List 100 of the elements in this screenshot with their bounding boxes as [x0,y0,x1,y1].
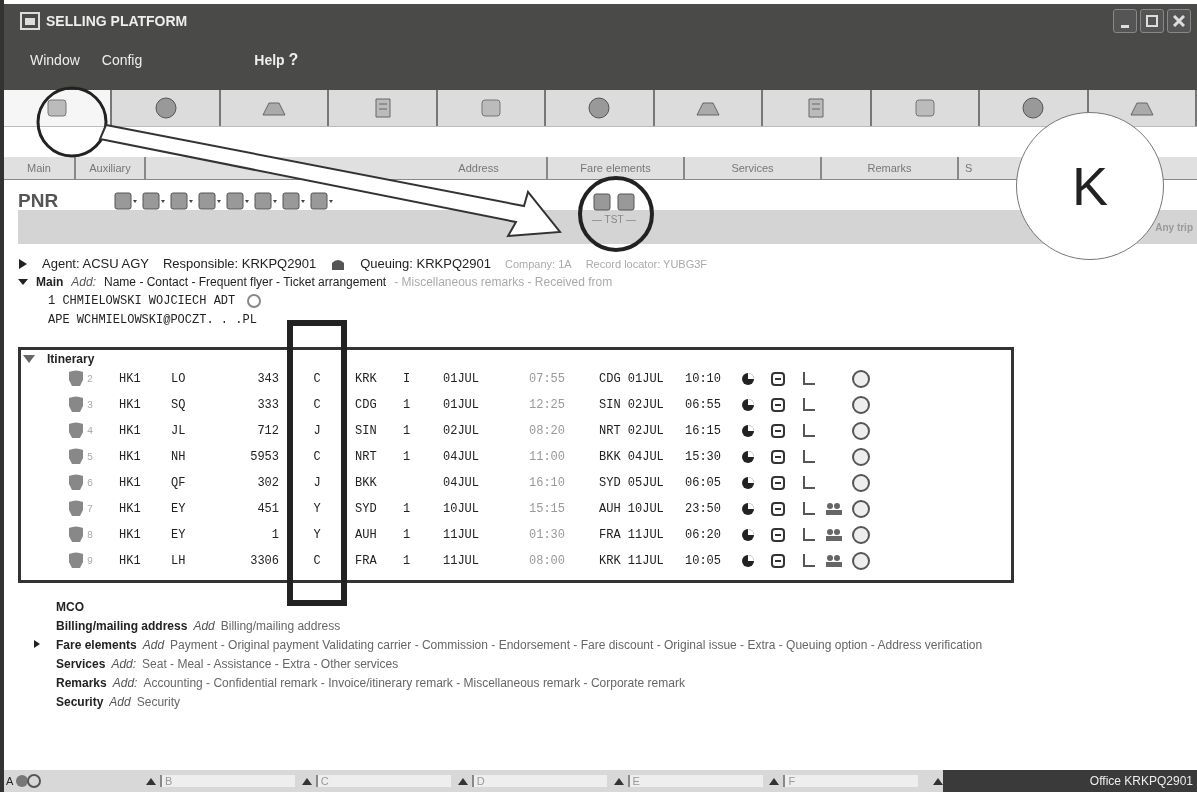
collapse-arrow-icon[interactable] [18,277,28,287]
status-icons [15,773,44,789]
segment-number: 2 [87,373,94,385]
airline-cell-text: EY [171,528,187,542]
add-label: Add: [71,275,97,289]
arrival-time: 10:05 [685,554,722,568]
expand-arrow-icon[interactable] [34,640,40,648]
status-field[interactable]: B [159,775,295,787]
segment-number: 9 [87,555,94,567]
toolbar-icon[interactable] [224,190,250,212]
seat-icon [801,501,817,517]
status-cell-text: HK1 [118,424,142,438]
status-label: A [6,775,14,787]
flight-cell-text: 343 [256,372,279,386]
departure-time: 15:15 [529,502,566,516]
status-cell-text: HK1 [118,398,142,412]
add-options-text: Name - Contact - Frequent flyer - Ticket arrangement [104,275,387,289]
arrival-time: 06:55 [685,398,722,412]
terminal-cell: 1 [403,554,411,568]
toolbar-tab[interactable] [4,90,113,126]
destination-cell-text: SIN 02JUL [599,398,665,412]
annotation-circle [36,86,108,158]
section-title: Fare elements [56,638,137,652]
app-icon [20,12,40,30]
section-title: Itinerary [47,352,95,366]
airline-cell-text: QF [171,476,187,490]
departure-time: 01:30 [529,528,566,542]
flight-cell-text: 3306 [249,554,279,568]
add-options-text: Billing/mailing address [220,619,341,633]
maximize-button[interactable] [1140,9,1164,33]
add-label: Add: [111,657,137,671]
departure-time: 08:20 [529,424,566,438]
toolbar-icon[interactable] [196,190,222,212]
menu-item[interactable]: Window [30,52,80,76]
minimize-button[interactable] [1113,9,1137,33]
airline-cell-text: SQ [171,398,187,412]
section-title: Main [36,275,64,289]
date-cell-text: 01JUL [443,398,480,412]
add-options-text: Payment - Original payment Validating carrier - Commission - Endorsement - Fare discount - Original issue - Extra - Queuing option - Address verification [170,638,983,652]
toolbar-icon[interactable] [112,190,138,212]
terminal-cell: 1 [403,502,411,516]
toolbar-icon[interactable] [252,190,278,212]
status-field[interactable]: C [315,775,451,787]
circle-icon [851,525,871,545]
destination-cell-text: BKK 04JUL [599,450,665,464]
seat-icon [801,449,817,465]
arrival-time: 15:30 [685,450,722,464]
circle-icon [851,395,871,415]
class-cell: J [313,424,321,438]
add-label: Add: [112,676,138,690]
destination-cell-text: KRK 11JUL [599,554,665,568]
seat-icon [801,423,817,439]
circle-icon [851,421,871,441]
status-field[interactable]: E [627,775,763,787]
origin-cell-text: KRK [354,372,378,386]
date-cell-text: 11JUL [443,554,480,568]
departure-time: 08:00 [529,554,566,568]
menu-item[interactable]: Config [101,52,143,76]
add-label: Add [193,619,215,633]
seat-icon [801,475,817,491]
seat-icon [801,527,817,543]
email-line: APE WCHMIELOWSKI@POCZT. . .PL [48,312,257,327]
airline-cell-text: LO [171,372,187,386]
terminal-cell: 1 [403,424,411,438]
status-cell-text: HK1 [118,502,142,516]
circle-icon [247,292,262,309]
toolbar-icon[interactable] [280,190,306,212]
toolbar-icon[interactable] [168,190,194,212]
date-cell-text: 01JUL [443,372,480,386]
up-arrow-icon[interactable] [933,777,944,785]
arrival-time: 10:10 [685,372,722,386]
window-title: SELLING PLATFORM [46,13,188,29]
terminal-cell: I [403,372,411,386]
toolbar-icon[interactable] [140,190,166,212]
segment-number: 5 [87,451,94,463]
toolbar-icon[interactable] [592,192,614,212]
up-arrow-icon[interactable] [457,777,468,785]
segment-number: 3 [87,399,94,411]
add-options-text: Accounting - Confidential remark - Invoice/itinerary remark - Miscellaneous remark - Corporate remark [143,676,685,690]
up-arrow-icon[interactable] [769,777,780,785]
any-trip-link[interactable]: Any trip [1155,222,1193,233]
up-arrow-icon[interactable] [145,777,156,785]
segment-number: 6 [87,477,94,489]
pie-icon [741,424,755,438]
airline-cell-text: NH [171,450,187,464]
status-cell-text: HK1 [118,372,142,386]
menu-item[interactable]: Help ? [254,51,299,77]
seat-icon [801,553,817,569]
circle-icon [851,369,871,389]
circle-icon [851,551,871,571]
status-field[interactable]: F [783,775,919,787]
toolbar-icon[interactable] [308,190,334,212]
toolbar-icon[interactable] [616,192,638,212]
expand-arrow-icon[interactable] [18,257,28,270]
date-cell-text: 04JUL [443,476,480,490]
up-arrow-icon[interactable] [301,777,312,785]
up-arrow-icon[interactable] [613,777,624,785]
close-button[interactable] [1167,9,1191,33]
segment-number: 7 [87,503,94,515]
status-field[interactable]: D [471,775,607,787]
